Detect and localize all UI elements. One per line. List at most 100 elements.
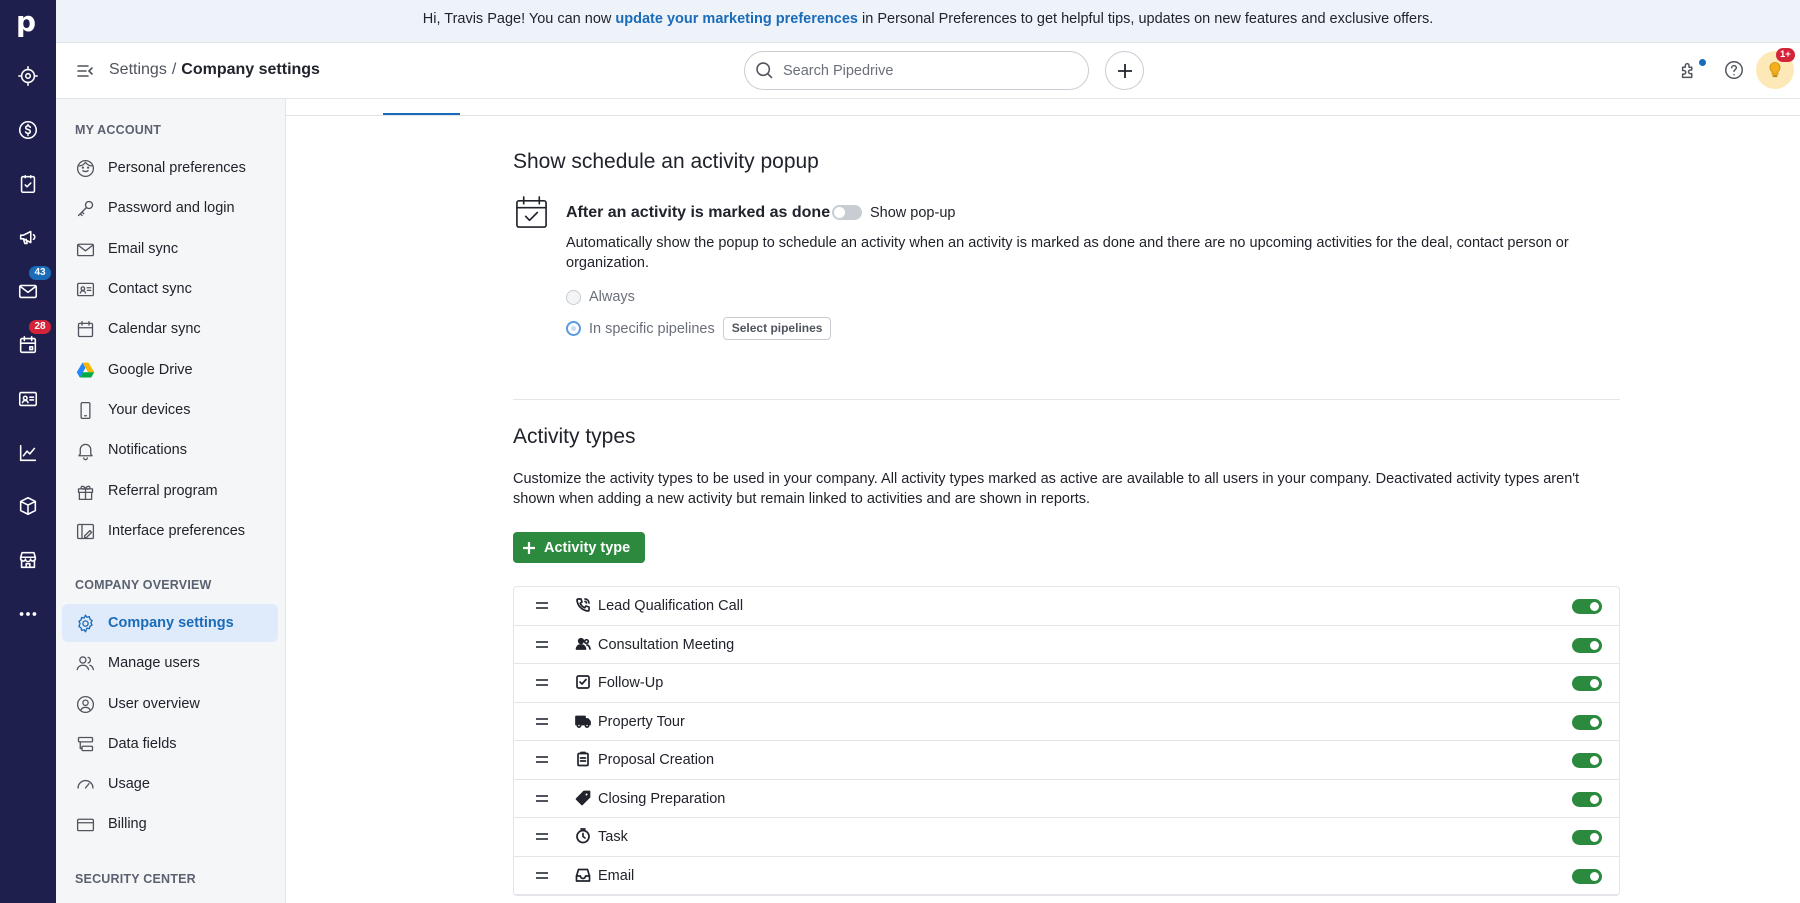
sidebar-item-user-overview[interactable]: User overview xyxy=(62,685,278,723)
activity-types-title: Activity types xyxy=(513,425,636,448)
meeting-icon xyxy=(575,636,591,652)
sidebar-item-google-drive[interactable]: Google Drive xyxy=(62,351,278,389)
banner-link[interactable]: update your marketing preferences xyxy=(615,11,858,27)
tab-lost-reasons[interactable]: Lost reasons xyxy=(568,99,651,115)
sidebar-item-calendar-sync[interactable]: Calendar sync xyxy=(62,310,278,348)
sidebar-item-personal-preferences[interactable]: Personal preferences xyxy=(62,149,278,187)
activity-type-toggle[interactable] xyxy=(1572,676,1602,691)
mail-count-badge: 43 xyxy=(29,266,51,280)
activity-type-toggle[interactable] xyxy=(1572,791,1602,807)
plus-icon xyxy=(523,541,535,554)
breadcrumb-settings[interactable]: Settings xyxy=(109,61,167,78)
tab-activities[interactable]: Activities xyxy=(383,99,461,115)
gift-icon xyxy=(74,480,96,502)
leads-target-icon[interactable] xyxy=(14,62,42,90)
extensions-notification-dot xyxy=(1699,59,1706,66)
phone-call-icon xyxy=(575,597,591,613)
insights-chart-icon[interactable] xyxy=(14,439,42,467)
sidebar-item-manage-users[interactable]: Manage users xyxy=(62,644,278,682)
select-pipelines-button[interactable]: Select pipelines xyxy=(722,317,832,340)
sidebar-item-usage[interactable]: Usage xyxy=(62,765,278,803)
tag-icon xyxy=(575,790,591,806)
activity-type-toggle[interactable] xyxy=(1572,714,1602,730)
more-dots-icon[interactable] xyxy=(14,600,42,628)
drag-handle-icon[interactable] xyxy=(536,640,548,649)
sidebar-item-referral-program[interactable]: Referral program xyxy=(62,472,278,510)
option-specific-pipelines[interactable]: In specific pipelines Select pipelines xyxy=(566,317,832,340)
tab-currencies[interactable]: Currencies xyxy=(475,99,545,115)
campaigns-megaphone-icon[interactable] xyxy=(14,223,42,251)
sidebar-item-password-and-login[interactable]: Password and login xyxy=(62,189,278,227)
radio-specific-pipelines[interactable] xyxy=(566,321,581,336)
sidebar-item-company-settings[interactable]: Company settings xyxy=(62,604,278,642)
activities-check-icon[interactable] xyxy=(14,170,42,198)
option-specific-pipelines-label: In specific pipelines xyxy=(589,320,715,337)
sidebar-item-label: Billing xyxy=(108,816,147,832)
activity-types-description: Customize the activity types to be used … xyxy=(513,471,1580,507)
sidebar-item-data-fields[interactable]: Data fields xyxy=(62,725,278,763)
sidebar-item-label: Usage xyxy=(108,776,150,792)
activity-type-toggle[interactable] xyxy=(1572,753,1602,768)
sidebar-item-label: Manage users xyxy=(108,655,200,671)
help-icon[interactable] xyxy=(1723,59,1747,83)
sidebar-item-notifications[interactable]: Notifications xyxy=(62,431,278,469)
gear-icon xyxy=(74,612,96,634)
activity-type-toggle[interactable] xyxy=(1572,637,1602,653)
drag-handle-icon[interactable] xyxy=(536,717,548,726)
sidebar-item-interface-preferences[interactable]: Interface preferences xyxy=(62,512,278,550)
clipboard-icon xyxy=(575,751,591,767)
search-box[interactable] xyxy=(744,51,1089,90)
activity-type-toggle[interactable] xyxy=(1572,868,1602,884)
activity-type-name: Consultation Meeting xyxy=(598,636,735,653)
phone-icon xyxy=(74,399,96,421)
interface-icon xyxy=(74,520,96,542)
show-popup-toggle[interactable] xyxy=(832,205,862,220)
sidebar-item-label: Password and login xyxy=(108,200,235,216)
products-box-icon[interactable] xyxy=(14,492,42,520)
table-row: Follow-Up xyxy=(514,664,1619,703)
section-divider xyxy=(513,399,1620,400)
drag-handle-icon[interactable] xyxy=(536,601,548,610)
drag-handle-icon[interactable] xyxy=(536,871,548,880)
face-icon xyxy=(74,157,96,179)
sidebar-item-billing[interactable]: Billing xyxy=(62,805,278,843)
breadcrumb-separator: / xyxy=(171,61,177,78)
sidebar-item-label: Calendar sync xyxy=(108,321,201,337)
sidebar-item-contact-sync[interactable]: Contact sync xyxy=(62,270,278,308)
mail-icon[interactable] xyxy=(14,277,42,305)
activity-type-toggle[interactable] xyxy=(1572,599,1602,614)
deals-dollar-icon[interactable] xyxy=(14,116,42,144)
sidebar-item-label: Data fields xyxy=(108,736,177,752)
drag-handle-icon[interactable] xyxy=(536,832,548,841)
google-drive-icon xyxy=(74,359,96,381)
calendar-icon xyxy=(74,318,96,340)
add-activity-type-button[interactable]: Activity type xyxy=(513,532,646,563)
key-icon xyxy=(74,197,96,219)
drag-handle-icon[interactable] xyxy=(536,678,548,687)
pipedrive-logo[interactable]: p xyxy=(16,8,40,36)
option-always[interactable]: Always xyxy=(566,289,635,305)
activity-type-toggle[interactable] xyxy=(1572,830,1602,845)
marketing-preferences-banner: Hi, Travis Page! You can now update your… xyxy=(56,0,1800,43)
radio-always[interactable] xyxy=(566,289,581,305)
drag-handle-icon[interactable] xyxy=(536,755,548,764)
table-row: Lead Qualification Call xyxy=(514,587,1619,626)
search-input[interactable] xyxy=(783,60,1073,82)
settings-tabs: General Activities Currencies Lost reaso… xyxy=(286,99,1800,116)
data-fields-icon xyxy=(74,733,96,755)
quick-add-button[interactable] xyxy=(1105,51,1144,90)
sidebar-item-your-devices[interactable]: Your devices xyxy=(62,391,278,429)
calendar-icon[interactable] xyxy=(14,331,42,359)
collapse-menu-icon[interactable] xyxy=(76,62,94,80)
tab-general[interactable]: General xyxy=(320,99,372,115)
security-center-heading: SECURITY CENTER xyxy=(75,872,196,886)
calendar-count-badge: 28 xyxy=(29,320,51,334)
sidebar-item-label: Email sync xyxy=(108,241,179,257)
activity-type-name: Task xyxy=(598,829,628,845)
sidebar-item-email-sync[interactable]: Email sync xyxy=(62,230,278,268)
marketplace-store-icon[interactable] xyxy=(14,546,42,574)
gauge-icon xyxy=(74,773,96,795)
contacts-card-icon[interactable] xyxy=(14,385,42,413)
company-overview-heading: COMPANY OVERVIEW xyxy=(75,578,212,592)
drag-handle-icon[interactable] xyxy=(536,794,548,803)
